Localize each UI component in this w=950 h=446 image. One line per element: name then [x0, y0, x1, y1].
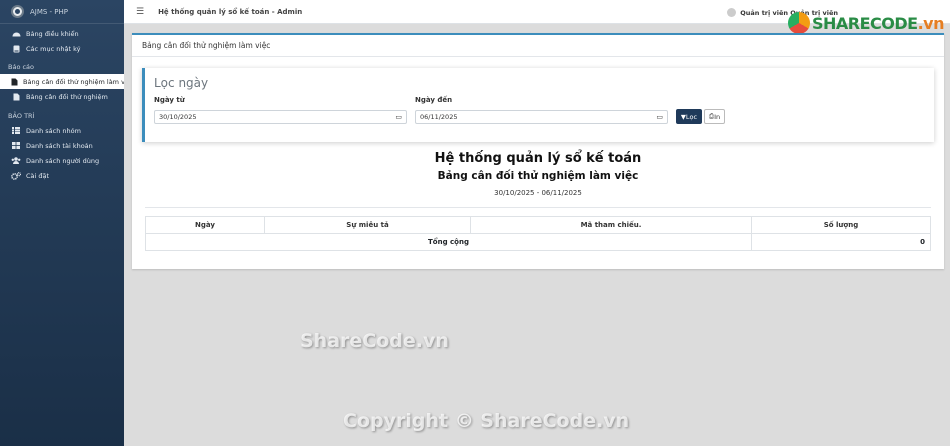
col-date: Ngày — [145, 216, 265, 234]
users-icon — [11, 157, 21, 164]
sidebar-item-label: Danh sách người dùng — [26, 156, 100, 165]
date-filter-panel: Lọc ngày Ngày từ 30/10/2025 ▭ Ngày đến 0… — [142, 68, 934, 142]
filter-title: Lọc ngày — [154, 76, 209, 90]
brand-name: AJMS - PHP — [30, 7, 69, 16]
book-icon — [11, 45, 21, 53]
cogs-icon — [11, 171, 21, 180]
col-description: Sự miêu tả — [264, 216, 471, 234]
col-reference: Mã tham chiếu. — [470, 216, 752, 234]
section-reports: Báo cáo — [8, 63, 35, 71]
sidebar-item-label: Danh sách nhóm — [26, 126, 81, 135]
sharecode-logo: SHARECODE.vn — [787, 12, 945, 34]
brand-logo-icon — [11, 5, 24, 18]
menu-toggle-icon[interactable]: ☰ — [136, 7, 144, 17]
divider — [145, 207, 931, 208]
print-button-label: In — [714, 112, 721, 121]
brand[interactable]: AJMS - PHP — [0, 0, 124, 24]
sidebar-item-label: Danh sách tài khoản — [26, 141, 93, 150]
report-title: Hệ thống quản lý sổ kế toán — [434, 151, 642, 166]
file-icon — [11, 78, 18, 86]
print-button[interactable]: ⎙ In — [704, 109, 725, 124]
table-icon — [11, 142, 21, 149]
date-from-value: 30/10/2025 — [159, 113, 197, 121]
date-from-input[interactable]: 30/10/2025 ▭ — [154, 110, 407, 124]
date-from-label: Ngày từ — [154, 96, 185, 104]
report-card: Bảng cân đối thử nghiệm làm việc Lọc ngà… — [132, 33, 944, 269]
total-label: Tổng cộng — [145, 233, 752, 251]
date-to-label: Ngày đến — [415, 96, 453, 104]
calendar-icon[interactable]: ▭ — [395, 113, 402, 121]
card-title: Bảng cân đối thử nghiệm làm việc — [132, 35, 944, 57]
logo-suffix: .vn — [917, 13, 945, 33]
file-icon — [11, 93, 21, 101]
total-row: Tổng cộng 0 — [145, 233, 931, 251]
sidebar-item-label: Bảng điều khiển — [26, 29, 79, 38]
sidebar-item-working-trial-balance[interactable]: Bảng cân đối thử nghiệm làm việc — [0, 74, 124, 89]
report-date-range: 30/10/2025 - 06/11/2025 — [494, 189, 582, 197]
sidebar-item-dashboard[interactable]: Bảng điều khiển — [0, 26, 124, 41]
sidebar: AJMS - PHP Bảng điều khiển Các mục nhật … — [0, 0, 124, 446]
filter-button-label: Lọc — [685, 112, 698, 121]
sidebar-item-label: Bảng cân đối thử nghiệm làm việc — [23, 77, 124, 86]
watermark-center: ShareCode.vn — [300, 330, 449, 352]
logo-main: SHARECODE — [811, 13, 918, 33]
watermark-bottom: Copyright © ShareCode.vn — [343, 410, 630, 432]
sidebar-item-journal[interactable]: Các mục nhật ký — [0, 41, 124, 56]
col-amount: Số lượng — [751, 216, 931, 234]
app-title: Hệ thống quản lý sổ kế toán - Admin — [158, 7, 303, 16]
section-maintenance: BẢO TRÌ — [8, 112, 35, 120]
date-to-value: 06/11/2025 — [420, 113, 458, 121]
sidebar-item-settings[interactable]: Cài đặt — [0, 168, 124, 183]
sidebar-item-label: Bảng cân đối thử nghiệm — [26, 92, 108, 101]
sidebar-item-groups[interactable]: Danh sách nhóm — [0, 123, 124, 138]
dashboard-icon — [11, 30, 21, 37]
report-table: Ngày Sự miêu tả Mã tham chiếu. Số lượng … — [145, 216, 931, 251]
list-icon — [11, 127, 21, 134]
sidebar-item-accounts[interactable]: Danh sách tài khoản — [0, 138, 124, 153]
total-value: 0 — [751, 233, 931, 251]
sidebar-item-label: Các mục nhật ký — [26, 44, 81, 53]
filter-button[interactable]: ▼ Lọc — [676, 109, 702, 124]
sidebar-item-label: Cài đặt — [26, 171, 50, 180]
avatar — [727, 8, 737, 17]
date-to-input[interactable]: 06/11/2025 ▭ — [415, 110, 668, 124]
report-subtitle: Bảng cân đối thử nghiệm làm việc — [437, 170, 639, 182]
calendar-icon[interactable]: ▭ — [656, 113, 663, 121]
table-header-row: Ngày Sự miêu tả Mã tham chiếu. Số lượng — [145, 216, 931, 234]
sidebar-item-users[interactable]: Danh sách người dùng — [0, 153, 124, 168]
sharecode-logo-icon — [787, 12, 810, 34]
sidebar-item-trial-balance[interactable]: Bảng cân đối thử nghiệm — [0, 89, 124, 104]
